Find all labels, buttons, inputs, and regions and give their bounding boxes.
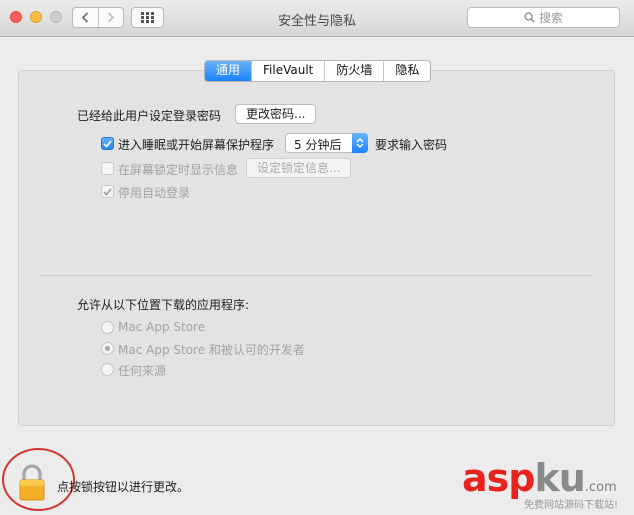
tab-filevault[interactable]: FileVault [251,61,324,81]
tab-firewall[interactable]: 防火墙 [324,61,383,81]
watermark-tagline: 免费网站源码下载站! [524,500,619,511]
search-placeholder: 搜索 [538,11,563,25]
search-input[interactable]: 搜索 [467,7,620,28]
section-divider [40,275,593,276]
stepper-arrows-icon [352,133,368,153]
sleep-checkbox[interactable] [101,137,114,150]
radio-mac-app-store-label: Mac App Store [118,320,206,334]
set-lock-message-button[interactable]: 设定锁定信息... [246,158,352,178]
sleep-delay-value: 5 分钟后 [294,138,342,152]
sleep-checkbox-label: 进入睡眠或开始屏幕保护程序 [118,138,275,152]
change-password-button[interactable]: 更改密码... [235,104,317,124]
radio-identified-developers-label: Mac App Store 和被认可的开发者 [118,343,305,357]
radio-anywhere-label: 任何来源 [118,364,167,378]
password-set-label: 已经给此用户设定登录密码 [77,109,222,123]
require-password-label: 要求输入密码 [375,138,448,152]
tab-general[interactable]: 通用 [205,61,252,81]
watermark-brand-part1: asp [462,456,535,500]
checkmark-icon [103,139,112,148]
tab-privacy[interactable]: 隐私 [383,61,430,81]
title-bar: 安全性与隐私 搜索 [0,0,634,37]
radio-mac-app-store[interactable] [101,321,114,334]
lock-hint-text: 点按锁按钮以进行更改。 [57,480,190,494]
disable-autologin-label: 停用自动登录 [118,186,191,200]
disable-autologin-checkbox[interactable] [101,185,114,198]
sleep-delay-select[interactable]: 5 分钟后 [285,133,368,153]
show-message-label: 在屏幕锁定时显示信息 [118,163,239,177]
watermark-logo: aspku.com 免费网站源码下载站! [462,456,618,511]
search-icon [524,12,535,23]
watermark-suffix: .com [584,480,617,495]
tab-bar: 通用 FileVault 防火墙 隐私 [204,60,432,82]
downloads-label: 允许从以下位置下载的应用程序: [77,298,250,312]
watermark-brand-part2: ku [534,456,585,500]
show-message-checkbox[interactable] [101,162,114,175]
checkmark-icon [103,187,112,196]
radio-anywhere[interactable] [101,363,114,376]
radio-identified-developers[interactable] [101,342,114,355]
